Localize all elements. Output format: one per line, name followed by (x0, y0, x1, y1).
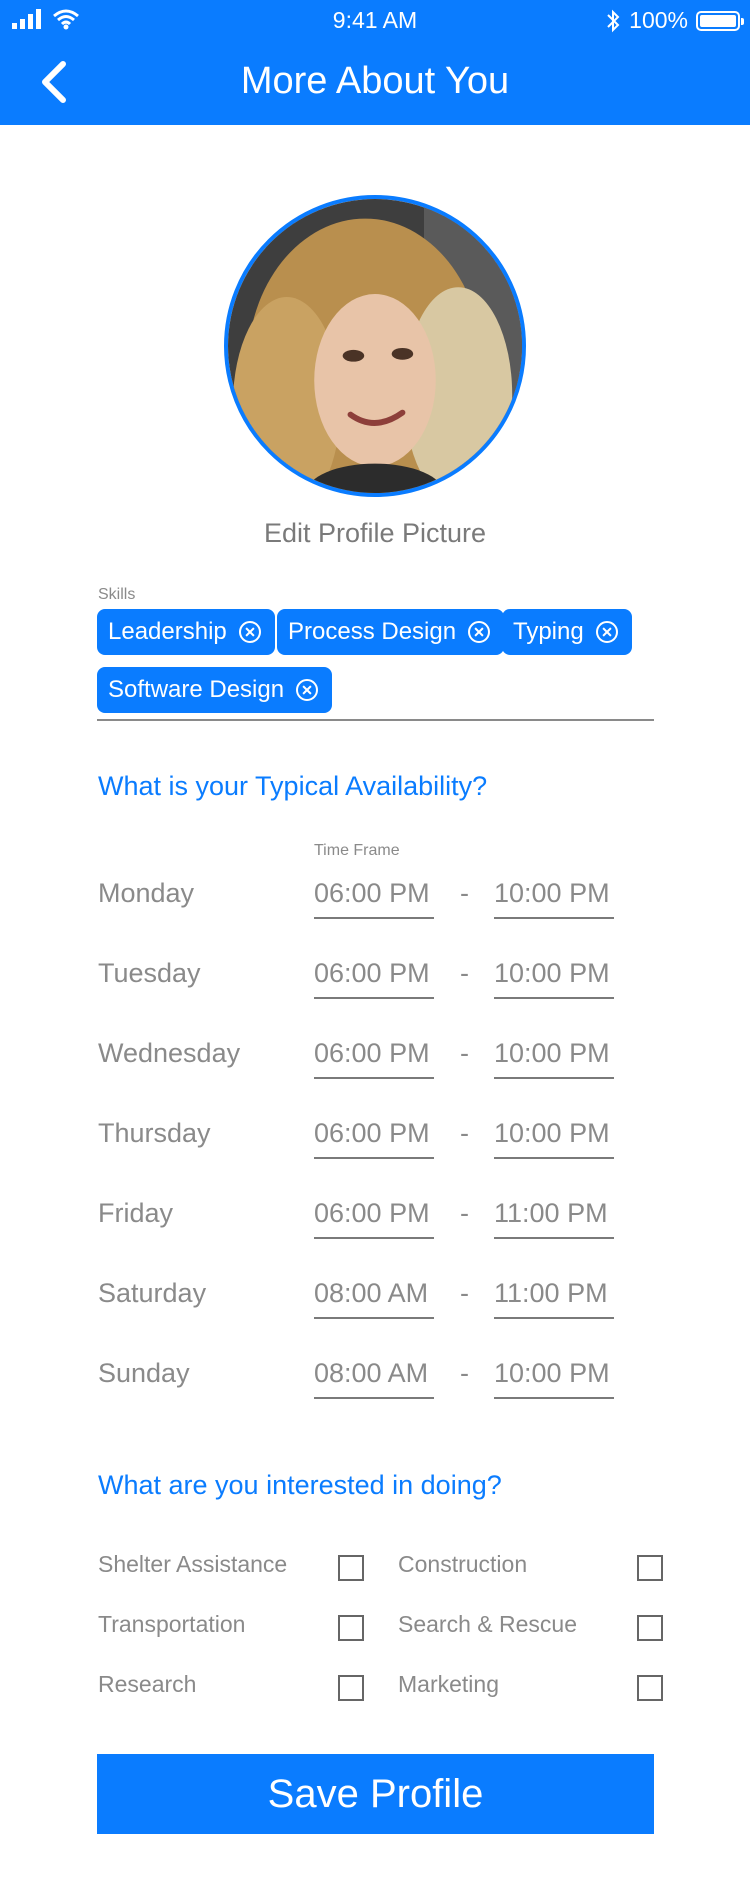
availability-row: Tuesday 06:00 PM - 10:00 PM (0, 948, 750, 1008)
interest-label: Shelter Assistance (98, 1551, 288, 1577)
day-label: Wednesday (98, 1038, 241, 1068)
start-time-value: 08:00 AM (314, 1358, 429, 1388)
start-time-field[interactable]: 08:00 AM (314, 1268, 434, 1319)
remove-skill-icon[interactable] (595, 621, 618, 643)
start-time-value: 06:00 PM (314, 958, 430, 988)
end-time-value: 10:00 PM (494, 958, 610, 988)
start-time-field[interactable]: 08:00 AM (314, 1348, 434, 1399)
start-time-field[interactable]: 06:00 PM (314, 868, 434, 919)
end-time-field[interactable]: 10:00 PM (494, 948, 614, 999)
profile-avatar[interactable] (224, 195, 526, 497)
interest-checkbox[interactable] (637, 1555, 663, 1581)
interest-label: Marketing (398, 1671, 499, 1697)
start-time-value: 06:00 PM (314, 1038, 430, 1068)
start-time-field[interactable]: 06:00 PM (314, 1188, 434, 1239)
remove-skill-icon[interactable] (296, 679, 319, 701)
availability-row: Sunday 08:00 AM - 10:00 PM (0, 1348, 750, 1408)
time-separator: - (460, 958, 469, 988)
remove-skill-icon[interactable] (468, 621, 491, 643)
end-time-value: 10:00 PM (494, 878, 610, 908)
day-label: Tuesday (98, 958, 201, 988)
day-label: Monday (98, 878, 195, 908)
time-separator: - (460, 1358, 469, 1388)
interest-checkbox[interactable] (338, 1555, 364, 1581)
start-time-field[interactable]: 06:00 PM (314, 948, 434, 999)
time-separator: - (460, 1278, 469, 1308)
availability-row: Saturday 08:00 AM - 11:00 PM (0, 1268, 750, 1328)
start-time-field[interactable]: 06:00 PM (314, 1108, 434, 1159)
remove-skill-icon[interactable] (238, 621, 261, 643)
interest-label: Search & Rescue (398, 1611, 577, 1637)
start-time-value: 08:00 AM (314, 1278, 429, 1308)
time-separator: - (460, 1038, 469, 1068)
battery-percent: 100% (629, 7, 688, 33)
time-separator: - (460, 878, 469, 908)
app-header: 9:41 AM 100% More About You (0, 0, 750, 125)
day-label: Sunday (98, 1358, 190, 1388)
availability-row: Friday 06:00 PM - 11:00 PM (0, 1188, 750, 1248)
skill-chip: Leadership (97, 609, 275, 655)
end-time-value: 10:00 PM (494, 1118, 610, 1148)
interest-label: Transportation (98, 1611, 246, 1637)
interest-checkbox[interactable] (637, 1675, 663, 1701)
start-time-value: 06:00 PM (314, 1118, 430, 1148)
end-time-value: 10:00 PM (494, 1358, 610, 1388)
skills-input-underline[interactable] (97, 719, 654, 721)
end-time-field[interactable]: 10:00 PM (494, 1348, 614, 1399)
skill-chip-label: Leadership (108, 618, 227, 645)
profile-photo (228, 199, 522, 493)
skill-chip: Typing (502, 609, 632, 655)
end-time-value: 11:00 PM (494, 1278, 608, 1308)
start-time-value: 06:00 PM (314, 878, 430, 908)
time-separator: - (460, 1198, 469, 1228)
day-label: Friday (98, 1198, 174, 1228)
skill-chip-label: Process Design (288, 618, 457, 645)
bluetooth-icon (607, 9, 620, 32)
interest-label: Research (98, 1671, 197, 1697)
start-time-field[interactable]: 06:00 PM (314, 1028, 434, 1079)
edit-profile-picture-link[interactable]: Edit Profile Picture (0, 518, 750, 549)
interest-label: Construction (398, 1551, 528, 1577)
day-label: Saturday (98, 1278, 207, 1308)
availability-heading: What is your Typical Availability? (98, 771, 488, 801)
time-frame-label: Time Frame (314, 842, 400, 859)
end-time-field[interactable]: 10:00 PM (494, 1028, 614, 1079)
interest-checkbox[interactable] (338, 1675, 364, 1701)
status-bar: 9:41 AM 100% (0, 0, 750, 40)
start-time-value: 06:00 PM (314, 1198, 430, 1228)
end-time-field[interactable]: 11:00 PM (494, 1188, 614, 1239)
battery-icon (696, 10, 744, 31)
save-profile-button[interactable]: Save Profile (97, 1754, 654, 1834)
skills-label: Skills (98, 586, 136, 603)
skill-chip-label: Software Design (108, 676, 285, 703)
availability-row: Thursday 06:00 PM - 10:00 PM (0, 1108, 750, 1168)
end-time-value: 10:00 PM (494, 1038, 610, 1068)
availability-row: Monday 06:00 PM - 10:00 PM (0, 868, 750, 928)
interest-checkbox[interactable] (637, 1615, 663, 1641)
end-time-value: 11:00 PM (494, 1198, 608, 1228)
availability-row: Wednesday 06:00 PM - 10:00 PM (0, 1028, 750, 1088)
skill-chip-label: Typing (513, 618, 584, 645)
end-time-field[interactable]: 10:00 PM (494, 1108, 614, 1159)
skill-chip: Software Design (97, 667, 333, 713)
day-label: Thursday (98, 1118, 211, 1148)
page-title: More About You (240, 60, 510, 102)
status-right: 100% (605, 7, 744, 34)
end-time-field[interactable]: 10:00 PM (494, 868, 614, 919)
interest-checkbox[interactable] (338, 1615, 364, 1641)
interests-heading: What are you interested in doing? (98, 1470, 502, 1500)
time-separator: - (460, 1118, 469, 1148)
end-time-field[interactable]: 11:00 PM (494, 1268, 614, 1319)
skill-chip: Process Design (277, 609, 505, 655)
